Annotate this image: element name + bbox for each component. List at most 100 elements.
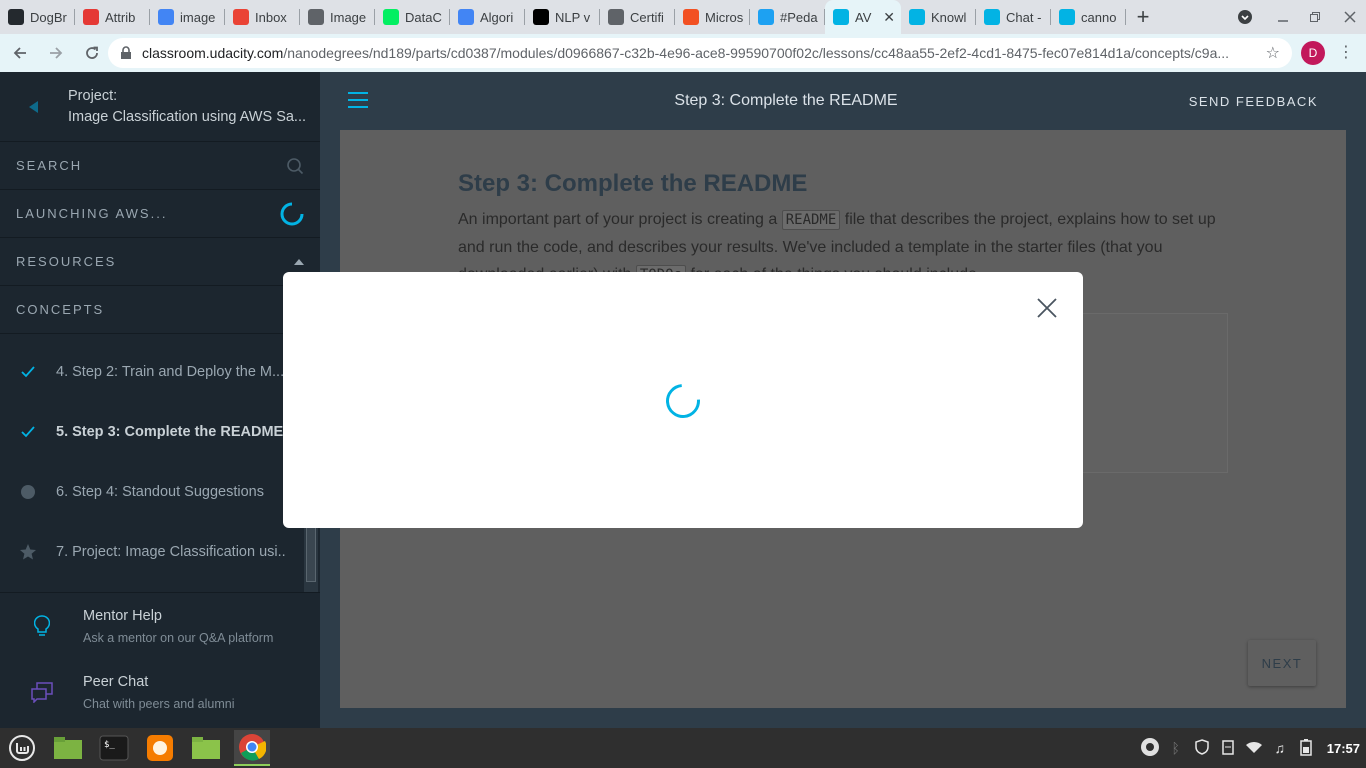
sidebar-resources[interactable]: RESOURCES [0, 238, 320, 286]
bookmark-star-icon[interactable]: ☆ [1266, 43, 1280, 63]
tab-label: Attrib [105, 9, 136, 25]
dot-icon [0, 484, 56, 500]
mentor-help-title: Mentor Help [83, 607, 162, 624]
battery-icon[interactable] [1293, 738, 1319, 759]
browser-tab[interactable]: Micros [675, 0, 750, 34]
microsoft-icon [683, 9, 699, 25]
concept-item[interactable]: 6. Step 4: Standout Suggestions [0, 462, 320, 522]
browser-tab[interactable]: NLP v [525, 0, 600, 34]
project-label: Project: [68, 87, 118, 104]
minimize-icon[interactable] [1267, 0, 1299, 34]
browser-menu-icon[interactable]: ⋮ [1336, 41, 1356, 65]
firefox-icon[interactable] [142, 730, 178, 766]
tab-label: #Peda [780, 9, 818, 25]
gmail-icon [233, 9, 249, 25]
peer-chat-subtitle: Chat with peers and alumni [83, 696, 235, 711]
folder-icon[interactable] [188, 730, 224, 766]
sidebar-concepts[interactable]: CONCEPTS [0, 286, 320, 334]
chrome-icon[interactable] [234, 730, 270, 766]
concept-list: 4. Step 2: Train and Deploy the M... 5. … [0, 334, 320, 594]
files-icon[interactable] [50, 730, 86, 766]
udacity-icon [984, 9, 1000, 25]
sidebar-search[interactable]: SEARCH [0, 142, 320, 190]
sidebar: Project: Image Classification using AWS … [0, 72, 320, 728]
resources-label: RESOURCES [16, 254, 117, 269]
reload-icon[interactable] [76, 37, 108, 69]
svg-text:$_: $_ [104, 740, 115, 750]
tab-label: Algori [480, 9, 514, 25]
tab-label: Image [330, 9, 367, 25]
address-bar[interactable]: classroom.udacity.com /nanodegrees/nd189… [108, 38, 1292, 68]
star-icon [0, 543, 56, 561]
launching-label: LAUNCHING AWS... [16, 206, 168, 221]
concept-label: 7. Project: Image Classification usi... [56, 544, 286, 560]
sound-icon[interactable]: ♫ [1267, 740, 1293, 756]
help-section: Mentor Help Ask a mentor on our Q&A plat… [0, 592, 320, 728]
datacamp-icon [383, 9, 399, 25]
new-tab-icon[interactable]: + [1126, 0, 1160, 34]
tab-label: Micros [705, 9, 744, 25]
browser-tab[interactable]: Inbox [225, 0, 300, 34]
forward-icon[interactable] [40, 37, 72, 69]
next-button[interactable]: NEXT [1248, 640, 1316, 686]
doc-icon [308, 9, 324, 25]
tab-active[interactable]: AV ✕ [825, 0, 901, 34]
back-arrow-icon[interactable] [0, 100, 68, 113]
browser-tab[interactable]: canno [1051, 0, 1126, 34]
check-icon [0, 366, 56, 378]
browser-tab[interactable]: #Peda [750, 0, 825, 34]
concept-label: 5. Step 3: Complete the README [56, 424, 284, 440]
tab-search-icon[interactable] [1229, 0, 1261, 34]
para-text-1: An important part of your project is cre… [458, 211, 782, 228]
medium-icon [533, 9, 549, 25]
browser-tab[interactable]: Certifi [600, 0, 675, 34]
shield-icon[interactable] [1189, 738, 1215, 758]
loading-spinner-icon [659, 377, 707, 425]
browser-tab[interactable]: Attrib [75, 0, 150, 34]
back-icon[interactable] [4, 37, 36, 69]
concept-item-current[interactable]: 5. Step 3: Complete the README [0, 402, 320, 462]
browser-tab[interactable]: Image [300, 0, 375, 34]
url-host: classroom.udacity.com [142, 45, 284, 61]
browser-tab[interactable]: DogBr [0, 0, 75, 34]
google-icon [458, 9, 474, 25]
browser-tab[interactable]: Knowl [901, 0, 976, 34]
google-icon [158, 9, 174, 25]
udacity-icon [833, 9, 849, 25]
peer-chat-link[interactable]: Peer Chat Chat with peers and alumni [0, 659, 320, 725]
inline-code-readme: README [781, 210, 841, 230]
browser-tab[interactable]: Chat - [976, 0, 1051, 34]
clipboard-icon[interactable] [1215, 739, 1241, 758]
udacity-icon [909, 9, 925, 25]
mentor-help-link[interactable]: Mentor Help Ask a mentor on our Q&A plat… [0, 593, 320, 659]
bluetooth-icon[interactable]: ᛒ [1163, 740, 1189, 756]
concept-item[interactable]: 7. Project: Image Classification usi... [0, 522, 320, 582]
system-tray: ᛒ ♫ 17:57 [1137, 728, 1366, 768]
twitter-icon [758, 9, 774, 25]
close-window-icon[interactable] [1334, 0, 1366, 34]
restore-icon[interactable] [1299, 0, 1331, 34]
wifi-icon[interactable] [1241, 740, 1267, 757]
close-icon[interactable] [1036, 297, 1058, 319]
concept-item[interactable]: 4. Step 2: Train and Deploy the M... [0, 342, 320, 402]
lock-icon [120, 46, 134, 60]
profile-avatar[interactable]: D [1301, 41, 1325, 65]
browser-tab[interactable]: DataC [375, 0, 450, 34]
search-icon[interactable] [286, 142, 304, 190]
clock: 17:57 [1326, 740, 1360, 756]
browser-tab[interactable]: Algori [450, 0, 525, 34]
tab-label: Certifi [630, 9, 664, 25]
sync-icon[interactable] [1137, 737, 1163, 760]
peer-chat-title: Peer Chat [83, 673, 149, 690]
terminal-icon[interactable]: $_ [96, 730, 132, 766]
mint-menu-icon[interactable] [4, 730, 40, 766]
chat-icon [0, 681, 83, 703]
tab-label: Knowl [931, 9, 967, 25]
close-tab-icon[interactable]: ✕ [883, 9, 895, 26]
send-feedback-button[interactable]: SEND FEEDBACK [1189, 94, 1318, 109]
browser-tab[interactable]: image [150, 0, 225, 34]
sidebar-launching-aws[interactable]: LAUNCHING AWS... [0, 190, 320, 238]
sidebar-project[interactable]: Project: Image Classification using AWS … [0, 72, 320, 142]
header-title: Step 3: Complete the README [674, 92, 898, 109]
tab-label: image [180, 9, 216, 25]
